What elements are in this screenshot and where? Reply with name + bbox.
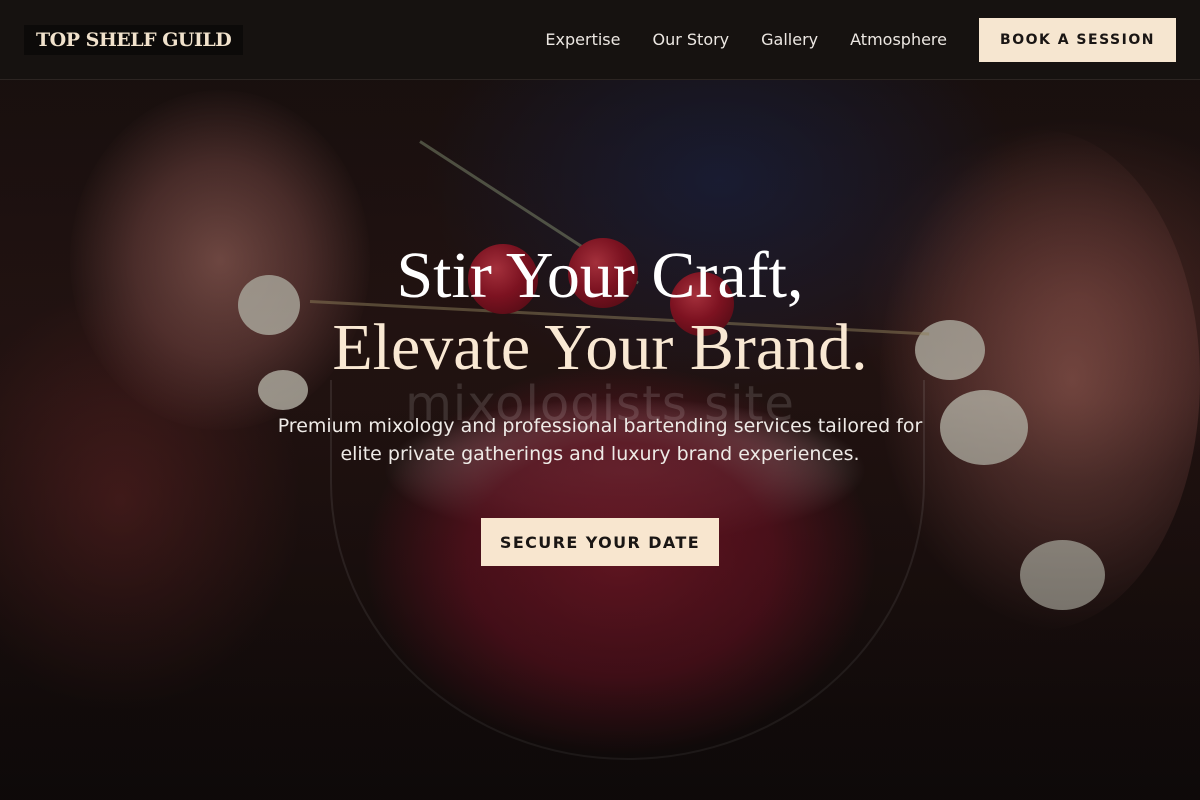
top-navbar: TOP SHELF GUILD Expertise Our Story Gall… <box>0 0 1200 80</box>
hero-title: Stir Your Craft, Elevate Your Brand. <box>0 240 1200 384</box>
book-session-button[interactable]: BOOK A SESSION <box>979 17 1176 62</box>
secure-date-button[interactable]: SECURE YOUR DATE <box>481 518 719 566</box>
nav-link-gallery[interactable]: Gallery <box>761 30 818 49</box>
nav-link-our-story[interactable]: Our Story <box>652 30 729 49</box>
nav-link-expertise[interactable]: Expertise <box>545 30 620 49</box>
hero-subtitle: Premium mixology and professional barten… <box>277 415 923 465</box>
hero-title-line2: Elevate Your Brand. <box>332 311 868 384</box>
brand-logo[interactable]: TOP SHELF GUILD <box>24 24 244 55</box>
main-nav: Expertise Our Story Gallery Atmosphere B… <box>545 17 1176 62</box>
hero-section: Stir Your Craft, Elevate Your Brand. mix… <box>0 240 1200 566</box>
hero-title-line1: Stir Your Craft, <box>396 239 804 312</box>
nav-link-atmosphere[interactable]: Atmosphere <box>850 30 947 49</box>
